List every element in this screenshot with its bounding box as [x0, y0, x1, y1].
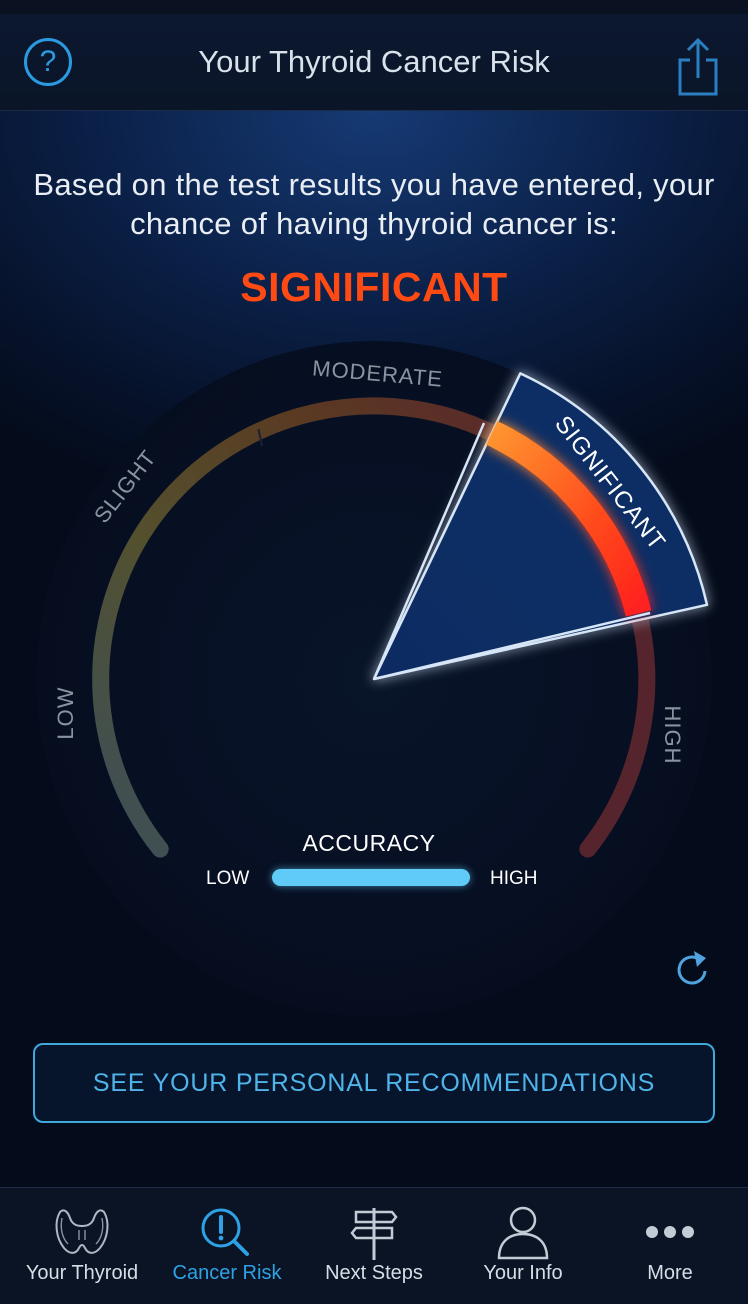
tab-label: More	[647, 1262, 693, 1284]
tab-label: Cancer Risk	[172, 1262, 282, 1284]
page-title: Your Thyroid Cancer Risk	[198, 44, 550, 79]
gauge-label-high: HIGH	[660, 706, 685, 765]
tab-next-steps[interactable]: Next Steps	[299, 1188, 449, 1304]
tab-label: Next Steps	[325, 1262, 423, 1284]
person-icon	[497, 1206, 549, 1260]
see-recommendations-button[interactable]: SEE YOUR PERSONAL RECOMMENDATIONS	[33, 1043, 715, 1123]
accuracy-title: ACCURACY	[302, 830, 436, 856]
accuracy-low-label: LOW	[206, 868, 250, 889]
accuracy-high-label: HIGH	[490, 868, 538, 889]
main-content: Based on the test results you have enter…	[0, 111, 748, 1187]
refresh-icon[interactable]	[672, 949, 714, 991]
risk-gauge: LOW SLIGHT MODERATE HIGH SIGNIFICANT	[36, 341, 712, 1017]
tab-your-info[interactable]: Your Info	[448, 1188, 598, 1304]
risk-search-icon	[201, 1208, 249, 1256]
share-icon[interactable]	[676, 34, 720, 98]
tab-label: Your Thyroid	[25, 1262, 139, 1284]
tab-cancer-risk[interactable]: Cancer Risk	[152, 1188, 302, 1304]
tab-your-thyroid[interactable]: Your Thyroid	[7, 1188, 157, 1304]
nav-bar: ? Your Thyroid Cancer Risk	[0, 14, 748, 111]
tab-label: Your Info	[483, 1262, 563, 1284]
gauge-label-low: LOW	[53, 686, 78, 739]
tab-more[interactable]: More	[595, 1188, 745, 1304]
more-dots-icon	[646, 1226, 694, 1238]
status-bar	[0, 0, 748, 14]
thyroid-icon	[55, 1209, 109, 1254]
tab-bar: Your Thyroid Cancer Risk Next Steps Your…	[0, 1187, 748, 1304]
accuracy-bar	[272, 869, 470, 886]
signpost-icon	[350, 1208, 398, 1260]
